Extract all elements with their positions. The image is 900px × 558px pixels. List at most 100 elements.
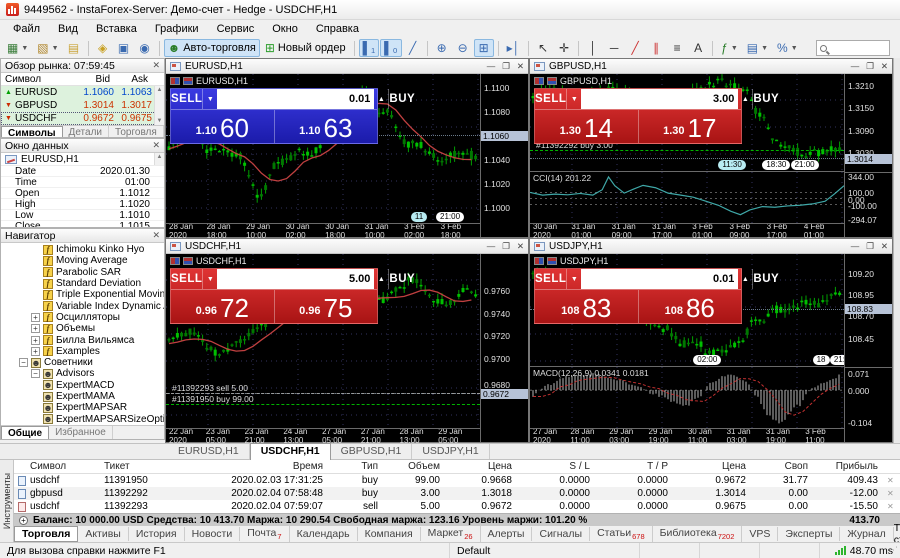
maximize-icon[interactable]: ❐ — [866, 241, 874, 252]
toolbox-tab-Библиотека[interactable]: Библиотека7202 — [653, 526, 743, 542]
toolbox-side-tab[interactable]: Инструменты — [0, 460, 14, 542]
volume-input[interactable] — [581, 89, 738, 109]
one-click-icon[interactable] — [183, 257, 193, 265]
navigator-item-Советники[interactable]: −☻Советники — [1, 357, 164, 368]
mw-col-Символ[interactable]: Символ — [1, 74, 73, 85]
sell-price[interactable]: 10883 — [535, 290, 639, 323]
depth-of-market-icon[interactable] — [170, 257, 180, 265]
window-titlebar[interactable]: 9449562 - InstaForex-Server: Демо-счет -… — [0, 0, 900, 20]
menu-Окно[interactable]: Окно — [263, 21, 307, 37]
menu-Вставка[interactable]: Вставка — [87, 21, 146, 37]
close-icon[interactable]: ✕ — [152, 141, 160, 150]
buy-button[interactable]: BUY — [753, 269, 779, 289]
toolbox-tab-История[interactable]: История — [129, 527, 185, 541]
toolbox-tab-Маркет[interactable]: Маркет26 — [421, 526, 481, 542]
search-input[interactable] — [830, 43, 880, 54]
column-header-Тикет[interactable]: Тикет — [104, 461, 184, 472]
trade-line-buy[interactable]: #11391950 buy 99.00 — [166, 404, 480, 405]
market-watch-tab-Символы[interactable]: Символы — [1, 126, 63, 138]
toolbox-tab-Сигналы[interactable]: Сигналы — [532, 527, 590, 541]
signals-button[interactable]: ◉ — [135, 39, 155, 57]
price-scale[interactable]: 1.32101.31501.30901.30301.3014344.00100.… — [844, 74, 892, 237]
market-watch-row-EURUSD[interactable]: ▲EURUSD1.10601.1063 — [1, 86, 164, 99]
market-watch-row-GBPUSD[interactable]: ▼GBPUSD1.30141.3017 — [1, 99, 164, 112]
history-center-button[interactable]: ◈ — [93, 39, 113, 57]
volume-input[interactable] — [217, 269, 374, 289]
price-area[interactable]: EURUSD,H11121:00SELL▼▲BUY1.10601.1063 — [166, 74, 480, 224]
buy-button[interactable]: BUY — [389, 269, 415, 289]
buy-button[interactable]: BUY — [753, 89, 779, 109]
cursor-button[interactable]: ↖ — [533, 39, 553, 57]
minimize-icon[interactable]: — — [851, 241, 860, 252]
volume-down-icon[interactable]: ▼ — [203, 269, 217, 289]
buy-price[interactable]: 1.3017 — [639, 110, 742, 143]
depth-of-market-icon[interactable] — [534, 77, 544, 85]
text-button[interactable]: A — [688, 39, 708, 57]
navigator-item-Осцилляторы[interactable]: +fОсцилляторы — [1, 312, 164, 323]
toolbox-tab-Торговля[interactable]: Торговля — [14, 526, 78, 542]
table-row[interactable]: usdchf113922932020.02.04 07:59:07sell5.0… — [14, 500, 900, 513]
profiles-button[interactable]: ▧▼ — [33, 39, 62, 57]
toolbox-tab-Новости[interactable]: Новости — [185, 527, 241, 541]
autotrading-button[interactable]: ☻Авто-торговля — [164, 39, 260, 57]
line-view-button[interactable]: ╱ — [403, 39, 423, 57]
minimize-icon[interactable]: — — [487, 61, 496, 72]
column-header-Время[interactable]: Время — [184, 461, 329, 472]
column-header-Символ[interactable]: Символ — [14, 461, 104, 472]
auto-scroll-button[interactable]: ▸│ — [503, 39, 525, 57]
volume-down-icon[interactable]: ▼ — [567, 269, 581, 289]
status-profile[interactable]: Default — [450, 543, 640, 558]
toolbox-tab-VPS[interactable]: VPS — [742, 527, 778, 541]
menu-Справка[interactable]: Справка — [307, 21, 368, 37]
chart-titlebar[interactable]: USDJPY,H1—❐✕ — [530, 239, 892, 254]
volume-down-icon[interactable]: ▼ — [567, 89, 581, 109]
close-icon[interactable]: ✕ — [881, 241, 888, 252]
price-area[interactable]: GBPUSD,H1#11392292 buy 3.0011:3018:3021:… — [530, 74, 844, 172]
chart-titlebar[interactable]: EURUSD,H1—❐✕ — [166, 59, 528, 74]
one-click-icon[interactable] — [547, 77, 557, 85]
market-watch-row-USDCHF[interactable]: ▼USDCHF0.96720.9675 — [1, 112, 164, 125]
expand-icon[interactable]: + — [31, 347, 40, 356]
table-row[interactable]: gbpusd113922922020.02.04 07:58:48buy3.00… — [14, 487, 900, 500]
buy-price[interactable]: 1.1063 — [275, 110, 378, 143]
maximize-icon[interactable]: ❐ — [502, 241, 510, 252]
crosshair-button[interactable]: ✛ — [554, 39, 574, 57]
channel-button[interactable]: ∥ — [646, 39, 666, 57]
navigator-item-Билла-Вильямса[interactable]: +fБилла Вильямса — [1, 334, 164, 345]
sell-price[interactable]: 1.3014 — [535, 110, 639, 143]
column-header-Цена[interactable]: Цена — [674, 461, 752, 472]
column-header-S / L[interactable]: S / L — [518, 461, 596, 472]
column-header-Прибыль[interactable]: Прибыль — [814, 461, 884, 472]
volume-up-icon[interactable]: ▲ — [374, 269, 388, 289]
navigator-item-ExpertMAMA[interactable]: ☻ExpertMAMA — [1, 391, 164, 402]
navigator-item-ExpertMAPSAR[interactable]: ☻ExpertMAPSAR — [1, 402, 164, 413]
navigator-item-ExpertMACD[interactable]: ☻ExpertMACD — [1, 380, 164, 391]
one-click-icon[interactable] — [183, 77, 193, 85]
trendline-button[interactable]: ╱ — [625, 39, 645, 57]
navigator-header[interactable]: Навигатор ✕ — [1, 229, 164, 243]
expand-icon[interactable]: + — [31, 313, 40, 322]
menu-Файл[interactable]: Файл — [4, 21, 49, 37]
sell-button[interactable]: SELL — [535, 269, 566, 289]
toolbox-tab-Активы[interactable]: Активы — [78, 527, 129, 541]
indicators-button[interactable]: ƒ▼ — [717, 39, 742, 57]
collapse-icon[interactable]: − — [31, 369, 40, 378]
maximize-icon[interactable]: ❐ — [866, 61, 874, 72]
chart-tab-EURUSD,H1[interactable]: EURUSD,H1 — [168, 444, 250, 459]
horizontal-line-button[interactable]: ─ — [604, 39, 624, 57]
expand-icon[interactable]: + — [19, 516, 28, 525]
navigator-item-Examples[interactable]: +fExamples — [1, 346, 164, 357]
chart-tab-USDJPY,H1[interactable]: USDJPY,H1 — [412, 444, 489, 459]
menu-Графики[interactable]: Графики — [146, 21, 208, 37]
toolbox-tab-Почта[interactable]: Почта7 — [240, 526, 289, 542]
close-position-icon[interactable]: ✕ — [884, 489, 894, 498]
buy-button[interactable]: BUY — [389, 89, 415, 109]
sell-button[interactable]: SELL — [171, 269, 202, 289]
price-scale[interactable]: 0.97600.97400.97200.97000.96800.9672 — [480, 254, 528, 442]
navigator-item-Parabolic-SAR[interactable]: fParabolic SAR — [1, 267, 164, 278]
tile-windows-button[interactable]: ⊞ — [474, 39, 494, 57]
market-watch-header[interactable]: Обзор рынка: 07:59:45 ✕ — [1, 59, 164, 73]
column-header-Объем[interactable]: Объем — [384, 461, 446, 472]
sell-button[interactable]: SELL — [535, 89, 566, 109]
sell-price[interactable]: 0.9672 — [171, 290, 275, 323]
